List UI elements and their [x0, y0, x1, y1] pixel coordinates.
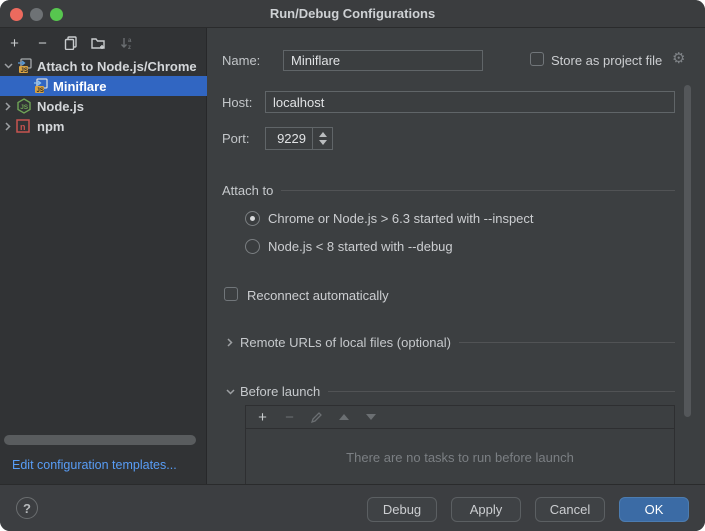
- cancel-button[interactable]: Cancel: [535, 497, 605, 522]
- port-value: 9229: [266, 128, 312, 149]
- configurations-tree: JS Attach to Node.js/Chrome JS Miniflare…: [0, 56, 207, 136]
- chevron-right-icon[interactable]: [222, 338, 238, 347]
- run-debug-configurations-dialog: Run/Debug Configurations + − az: [0, 0, 705, 531]
- tree-item-npm[interactable]: n npm: [0, 116, 207, 136]
- title-bar: Run/Debug Configurations: [0, 0, 705, 28]
- move-down-icon[interactable]: [362, 409, 379, 426]
- before-launch-section-header[interactable]: Before launch: [222, 384, 675, 399]
- chevron-right-icon[interactable]: [0, 102, 16, 111]
- before-launch-toolbar: + −: [246, 406, 674, 429]
- tree-item-nodejs[interactable]: JS Node.js: [0, 96, 207, 116]
- name-input[interactable]: Miniflare: [283, 50, 483, 71]
- apply-button[interactable]: Apply: [451, 497, 521, 522]
- tree-item-label: Node.js: [37, 99, 84, 114]
- port-label: Port:: [222, 131, 249, 146]
- attach-to-section-header: Attach to: [222, 183, 675, 198]
- dialog-footer: ? Debug Apply Cancel OK: [0, 484, 705, 531]
- name-label: Name:: [222, 53, 260, 68]
- radio-selected-icon[interactable]: [245, 211, 260, 226]
- svg-text:JS: JS: [20, 104, 29, 111]
- port-stepper[interactable]: [312, 128, 332, 149]
- section-divider: [281, 190, 675, 191]
- chevron-right-icon[interactable]: [0, 122, 16, 131]
- svg-text:z: z: [128, 45, 131, 51]
- add-task-icon[interactable]: +: [254, 409, 271, 426]
- radio-unselected-icon[interactable]: [245, 239, 260, 254]
- vertical-scrollbar[interactable]: [684, 85, 691, 417]
- remote-urls-section-header[interactable]: Remote URLs of local files (optional): [222, 335, 675, 350]
- sidebar-toolbar: + − az: [6, 30, 135, 56]
- dialog-title: Run/Debug Configurations: [0, 6, 705, 21]
- svg-text:a: a: [128, 38, 132, 44]
- radio-label: Node.js < 8 started with --debug: [268, 239, 453, 254]
- radio-label: Chrome or Node.js > 6.3 started with --i…: [268, 211, 534, 226]
- horizontal-scrollbar[interactable]: [4, 435, 196, 445]
- store-as-project-file-checkbox[interactable]: [530, 52, 544, 66]
- remove-task-icon[interactable]: −: [281, 409, 298, 426]
- gear-icon[interactable]: ⚙: [672, 52, 685, 66]
- svg-text:n: n: [20, 122, 26, 132]
- chevron-down-icon[interactable]: [222, 389, 238, 395]
- ok-button[interactable]: OK: [619, 497, 689, 522]
- new-folder-icon[interactable]: [90, 35, 107, 52]
- decrement-icon[interactable]: [319, 140, 327, 145]
- radio-node-debug[interactable]: Node.js < 8 started with --debug: [245, 239, 453, 254]
- nodejs-icon: JS: [16, 98, 33, 114]
- svg-text:JS: JS: [21, 68, 28, 74]
- add-configuration-icon[interactable]: +: [6, 35, 23, 52]
- attach-to-title: Attach to: [222, 183, 273, 198]
- radio-chrome-or-node-inspect[interactable]: Chrome or Node.js > 6.3 started with --i…: [245, 211, 534, 226]
- edit-configuration-templates-link[interactable]: Edit configuration templates...: [12, 458, 177, 472]
- before-launch-panel: + − There are no tasks to run before lau…: [245, 405, 675, 485]
- tree-item-miniflare[interactable]: JS Miniflare: [0, 76, 207, 96]
- move-up-icon[interactable]: [335, 409, 352, 426]
- remove-configuration-icon[interactable]: −: [34, 35, 51, 52]
- tree-item-label: Attach to Node.js/Chrome: [37, 59, 197, 74]
- attach-node-icon: JS: [32, 78, 49, 94]
- reconnect-automatically-checkbox[interactable]: [224, 287, 238, 301]
- attach-node-icon: JS: [16, 58, 33, 74]
- section-divider: [328, 391, 675, 392]
- tree-item-label: Miniflare: [53, 79, 106, 94]
- copy-configuration-icon[interactable]: [62, 35, 79, 52]
- reconnect-automatically-label: Reconnect automatically: [247, 288, 389, 303]
- increment-icon[interactable]: [319, 132, 327, 137]
- tree-item-label: npm: [37, 119, 64, 134]
- before-launch-title: Before launch: [240, 384, 320, 399]
- name-value: Miniflare: [291, 53, 340, 68]
- before-launch-empty-text: There are no tasks to run before launch: [246, 429, 674, 485]
- host-input[interactable]: localhost: [265, 91, 675, 113]
- help-button[interactable]: ?: [16, 497, 38, 519]
- footer-buttons: Debug Apply Cancel OK: [367, 497, 689, 522]
- chevron-down-icon[interactable]: [0, 63, 16, 69]
- port-input[interactable]: 9229: [265, 127, 333, 150]
- remote-urls-title: Remote URLs of local files (optional): [240, 335, 451, 350]
- host-value: localhost: [273, 95, 324, 110]
- host-label: Host:: [222, 95, 252, 110]
- npm-icon: n: [16, 118, 33, 134]
- sort-alphabetically-icon[interactable]: az: [118, 35, 135, 52]
- section-divider: [459, 342, 675, 343]
- svg-text:JS: JS: [37, 88, 44, 94]
- configurations-sidebar: + − az JS Attach to Node.js/Chrome: [0, 28, 207, 484]
- tree-item-attach-to-nodejs-chrome[interactable]: JS Attach to Node.js/Chrome: [0, 56, 207, 76]
- edit-task-icon[interactable]: [308, 409, 325, 426]
- store-as-project-file-label: Store as project file: [551, 53, 662, 68]
- configuration-form: Name: Miniflare Store as project file ⚙ …: [208, 28, 705, 484]
- debug-button[interactable]: Debug: [367, 497, 437, 522]
